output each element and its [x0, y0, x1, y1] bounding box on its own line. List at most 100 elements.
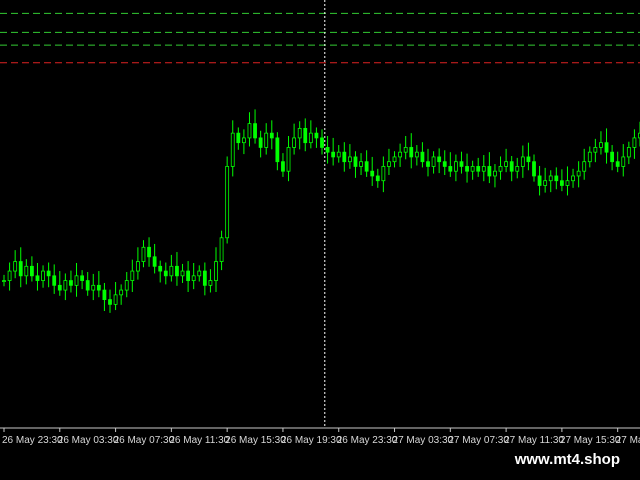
candle-body — [392, 156, 397, 163]
time-axis-label: 26 May 23:30 — [2, 435, 63, 446]
candle-body — [57, 284, 62, 291]
time-axis-label: 27 May 07:30 — [448, 435, 509, 446]
candle-body — [230, 132, 235, 167]
candle-body — [275, 137, 280, 163]
candle-body — [13, 261, 18, 272]
candle-body — [96, 284, 101, 291]
candle-body — [74, 275, 79, 286]
candle-body — [515, 166, 520, 172]
candle-body — [320, 137, 324, 148]
candle-body — [147, 246, 151, 258]
candle-body — [253, 123, 257, 139]
candle-body — [191, 275, 196, 281]
candle-body — [108, 299, 112, 305]
watermark-logo-text[interactable]: www.mt4.shop — [502, 448, 632, 472]
candle-body — [532, 161, 536, 177]
time-axis-label: 26 May 07:30 — [114, 435, 175, 446]
candle-body — [264, 132, 269, 148]
candle-body — [85, 280, 90, 291]
candle-body — [398, 151, 403, 158]
candle-body — [632, 137, 637, 148]
candle-body — [387, 161, 391, 167]
candle-body — [470, 166, 475, 172]
candle-body — [453, 161, 458, 172]
time-axis-label: 26 May 15:30 — [225, 435, 286, 446]
candle-body — [537, 175, 542, 186]
candle-body — [135, 261, 140, 272]
candle-body — [442, 161, 447, 167]
time-axis-label: 27 May 19:30 — [616, 435, 640, 446]
candle-body — [158, 265, 163, 272]
candle-body — [113, 294, 118, 305]
candle-body — [610, 151, 615, 163]
candle-body — [543, 180, 548, 186]
candle-body — [124, 280, 129, 291]
time-axis-label: 26 May 23:30 — [337, 435, 398, 446]
candle-body — [342, 151, 347, 163]
candle-body — [102, 289, 107, 301]
candle-body — [281, 161, 285, 172]
candle-body — [353, 156, 358, 167]
candle-body — [80, 275, 85, 281]
candle-body — [247, 123, 252, 139]
candle-body — [509, 161, 514, 172]
candle-body — [403, 147, 408, 153]
candle-body — [303, 127, 308, 144]
candle-body — [41, 270, 45, 281]
candle-body — [621, 156, 626, 167]
candle-body — [7, 270, 12, 281]
candle-body — [29, 265, 34, 277]
candle-body — [314, 132, 319, 139]
candle-body — [91, 284, 96, 291]
candle-body — [130, 270, 135, 281]
price-chart[interactable]: 26 May 23:3026 May 03:3026 May 07:3026 M… — [0, 0, 640, 480]
candle-body — [582, 161, 587, 172]
candle-body — [180, 270, 185, 277]
candle-body — [258, 137, 263, 148]
candle-body — [448, 166, 453, 172]
candle-body — [571, 175, 575, 182]
candle-body — [364, 161, 369, 172]
candle-body — [476, 166, 481, 172]
candle-body — [186, 270, 191, 281]
candle-body — [325, 147, 330, 153]
candle-body — [18, 261, 23, 277]
candle-body — [35, 275, 40, 281]
candle-body — [359, 161, 363, 167]
candle-body — [269, 132, 274, 139]
time-axis-label: 27 May 11:30 — [504, 435, 564, 446]
candle-body — [481, 166, 486, 172]
candle-body — [197, 270, 202, 277]
candle-body — [208, 280, 213, 286]
candle-body — [24, 265, 29, 277]
candle-body — [202, 270, 207, 286]
candle-body — [554, 175, 559, 182]
candle-body — [526, 156, 531, 163]
candle-body — [163, 270, 168, 277]
candle-body — [431, 156, 436, 167]
candle-body — [493, 170, 497, 177]
candle-body — [69, 280, 73, 286]
candle-body — [152, 256, 157, 267]
time-axis-label: 26 May 19:30 — [281, 435, 342, 446]
candle-body — [175, 265, 179, 277]
candle-body — [626, 147, 631, 158]
candle-body — [420, 151, 425, 163]
candle-body — [219, 237, 224, 262]
candle-body — [286, 147, 291, 172]
candle-body — [498, 166, 503, 172]
candle-body — [381, 166, 386, 182]
candle-body — [426, 161, 430, 167]
time-axis-label: 26 May 03:30 — [58, 435, 119, 446]
candle-body — [2, 280, 6, 282]
candle-body — [347, 156, 352, 163]
candle-body — [241, 137, 246, 144]
candle-body — [504, 161, 509, 167]
candle-body — [414, 151, 419, 158]
candle-body — [465, 166, 469, 172]
candle-body — [615, 161, 620, 167]
candle-body — [331, 151, 336, 158]
candle-body — [548, 175, 553, 182]
candle-body — [141, 246, 146, 262]
time-axis-label: 27 May 03:30 — [393, 435, 454, 446]
